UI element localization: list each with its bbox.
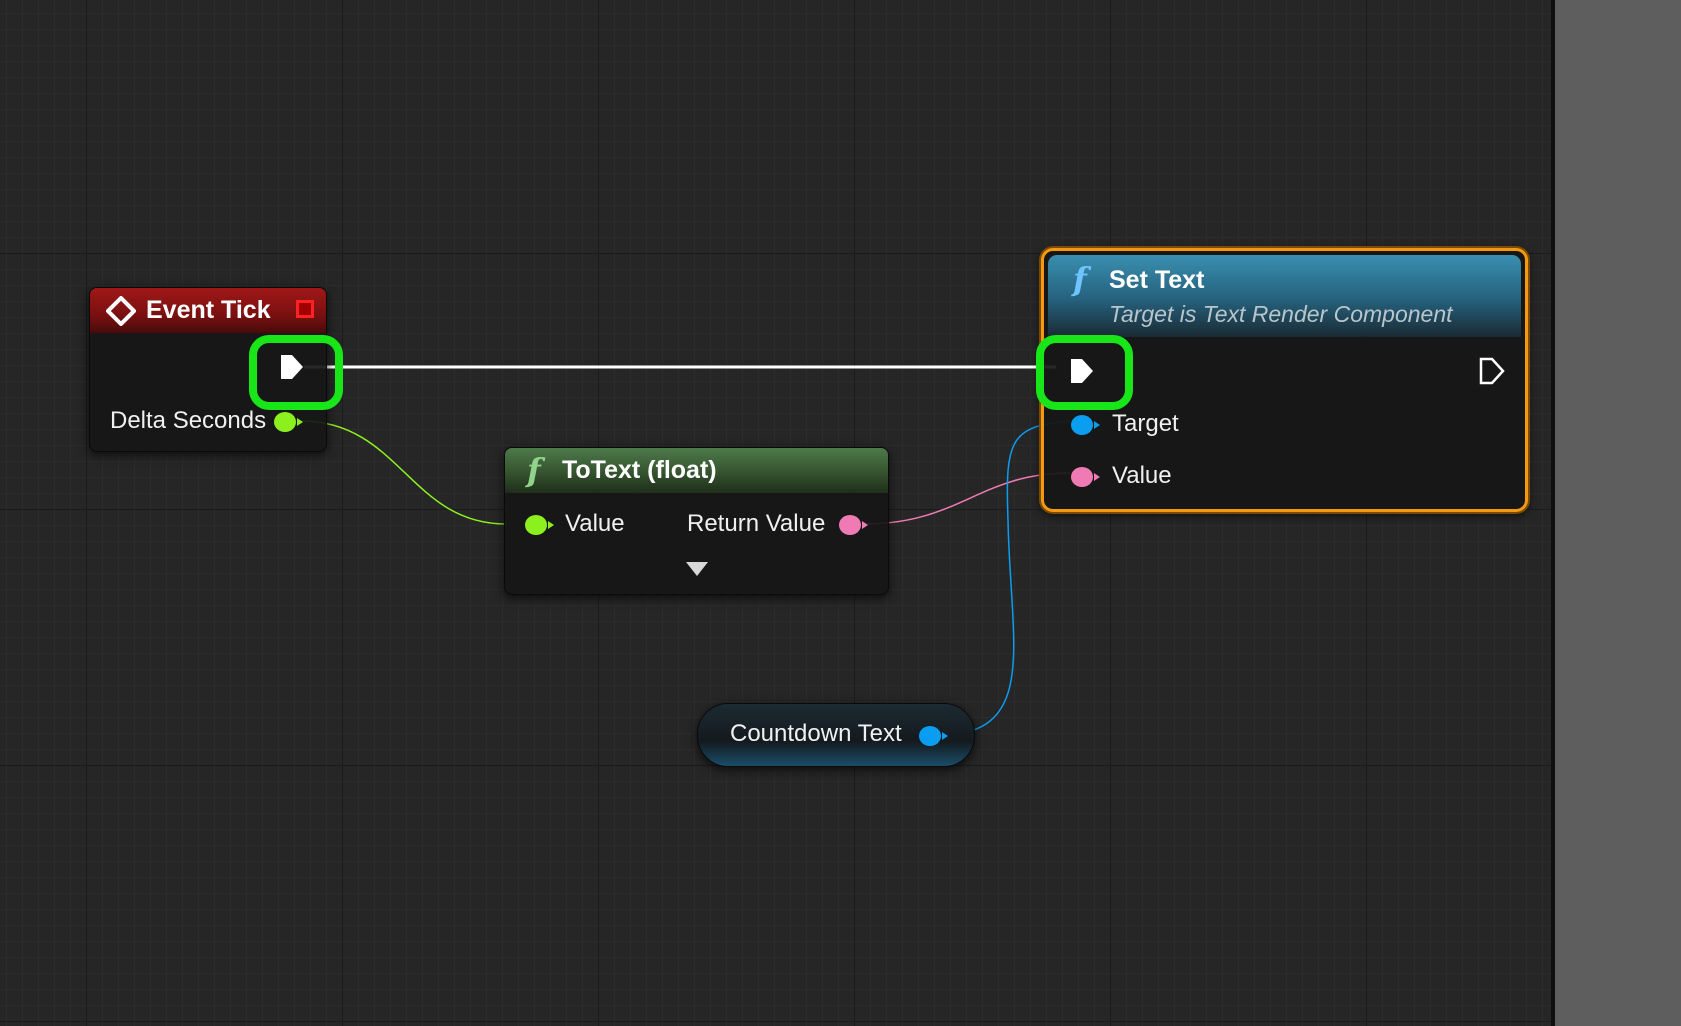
to-text-value-pin[interactable] <box>525 515 554 535</box>
event-diamond-icon <box>106 296 136 326</box>
return-value-label: Return Value <box>687 510 826 537</box>
set-text-title: Set Text <box>1109 266 1205 294</box>
function-icon: f <box>1073 260 1087 298</box>
to-text-float-node[interactable]: f ToText (float) Value Return Value <box>504 447 889 595</box>
to-text-title: ToText (float) <box>562 456 717 484</box>
event-tick-title: Event Tick <box>146 296 271 324</box>
exec-output-pin[interactable] <box>1478 356 1506 386</box>
delegate-square-icon[interactable] <box>296 300 314 318</box>
exec-input-highlight <box>1036 335 1133 410</box>
set-text-target-pin[interactable] <box>1071 415 1100 435</box>
countdown-text-variable-node[interactable]: Countdown Text <box>697 703 975 767</box>
exec-output-highlight <box>249 335 343 410</box>
set-text-target-label: Target <box>1112 410 1179 437</box>
set-text-value-pin[interactable] <box>1071 467 1100 487</box>
return-value-pin[interactable] <box>839 515 868 535</box>
delta-seconds-pin[interactable] <box>274 412 303 432</box>
set-text-header: f Set Text Target is Text Render Compone… <box>1048 255 1521 337</box>
float-wire[interactable] <box>300 420 507 525</box>
text-wire[interactable] <box>863 472 1071 525</box>
to-text-header: f ToText (float) <box>505 448 888 493</box>
blueprint-graph-canvas[interactable]: Event Tick Delta Seconds f ToText (float… <box>0 0 1554 1026</box>
chevron-down-icon[interactable] <box>685 561 709 577</box>
function-icon: f <box>527 451 541 489</box>
details-side-panel <box>1555 0 1681 1026</box>
countdown-text-pin[interactable] <box>919 726 948 746</box>
set-text-subtitle: Target is Text Render Component <box>1109 301 1453 327</box>
delta-seconds-label: Delta Seconds <box>110 407 267 434</box>
set-text-value-label: Value <box>1112 462 1172 489</box>
to-text-value-label: Value <box>565 510 625 537</box>
event-tick-header: Event Tick <box>90 288 326 333</box>
countdown-text-label: Countdown Text <box>730 720 902 747</box>
